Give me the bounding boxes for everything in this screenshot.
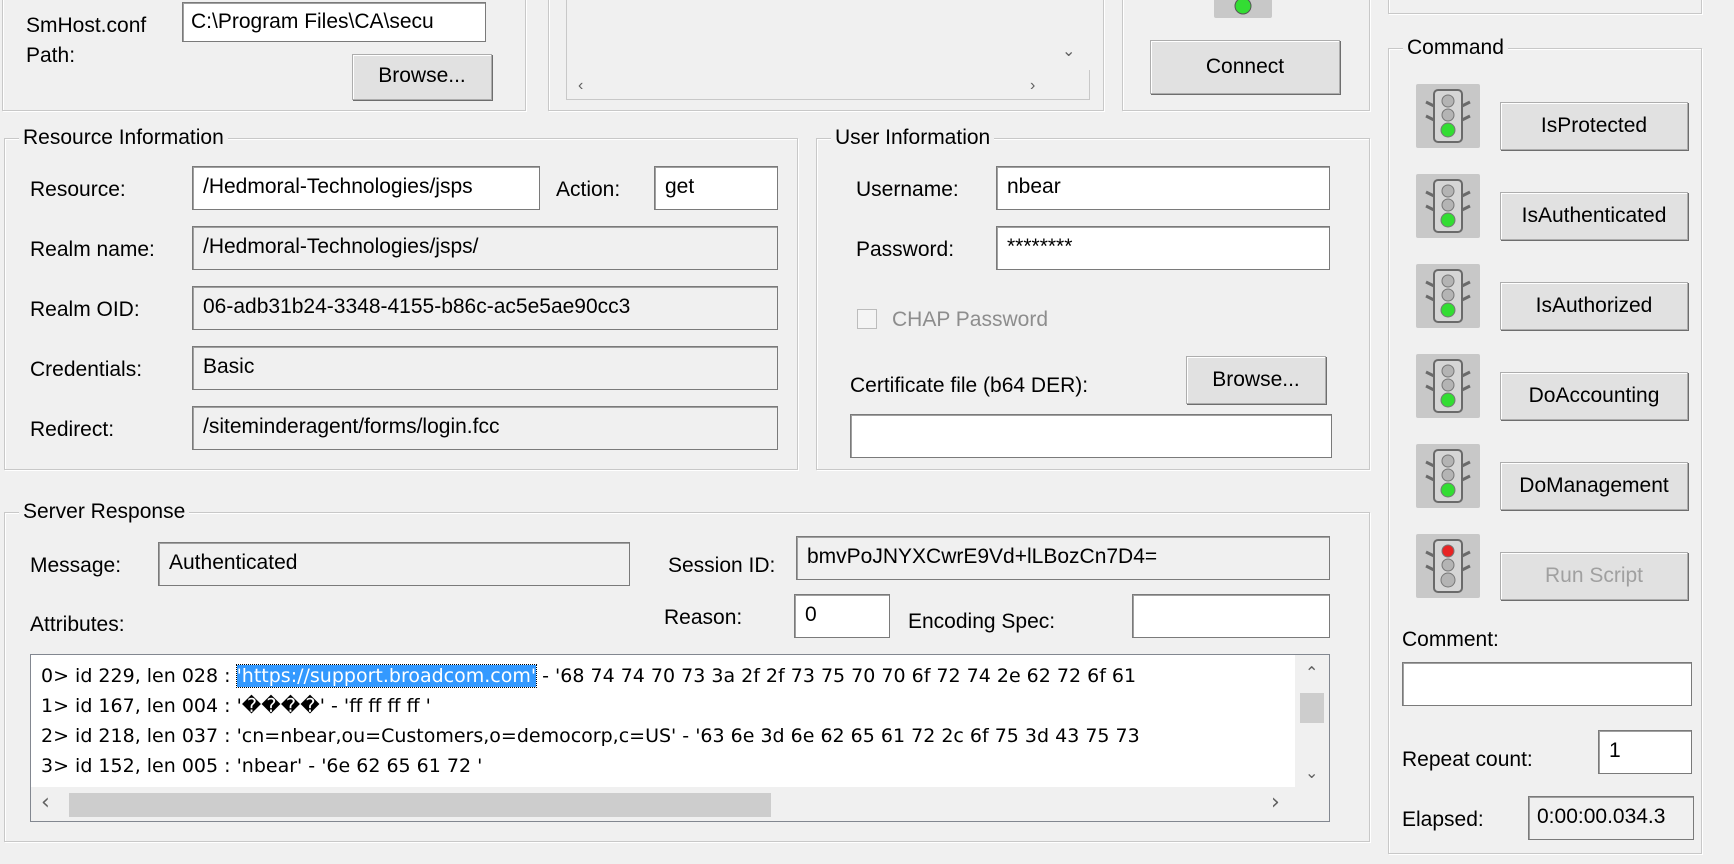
realm-name-field: /Hedmoral-Technologies/jsps/ — [192, 226, 778, 270]
chap-password-label: CHAP Password — [892, 308, 1049, 331]
config-browse-button[interactable]: Browse... — [352, 54, 492, 100]
isauthenticated-button[interactable]: IsAuthenticated — [1500, 192, 1688, 240]
traffic-light-icon — [1416, 534, 1480, 598]
connect-status-light-icon — [1214, 0, 1272, 18]
username-label: Username: — [856, 178, 959, 201]
attribute-row-1[interactable]: 1> id 167, len 004 : '����' - 'ff ff ff … — [41, 693, 431, 719]
isprotected-button[interactable]: IsProtected — [1500, 102, 1688, 150]
traffic-light-icon — [1416, 444, 1480, 508]
redirect-label: Redirect: — [30, 418, 115, 441]
encoding-spec-label: Encoding Spec: — [908, 610, 1056, 633]
comment-input[interactable] — [1402, 662, 1692, 706]
traffic-light-icon — [1416, 84, 1480, 148]
certificate-file-label: Certificate file (b64 DER): — [850, 374, 1089, 397]
elapsed-field: 0:00:00.034.3 — [1528, 796, 1694, 840]
server-listbox[interactable] — [566, 0, 1090, 100]
doaccounting-button[interactable]: DoAccounting — [1500, 372, 1688, 420]
certificate-file-input[interactable] — [850, 414, 1332, 458]
reason-label: Reason: — [664, 606, 743, 629]
encoding-spec-input[interactable] — [1132, 594, 1330, 638]
attributes-vertical-scrollbar[interactable]: ⌃ ⌄ — [1295, 655, 1329, 787]
scroll-right-icon[interactable]: › — [1030, 78, 1035, 94]
scroll-right-icon[interactable]: › — [1271, 792, 1280, 814]
traffic-light-icon — [1416, 354, 1480, 418]
resource-input[interactable]: /Hedmoral-Technologies/jsps — [192, 166, 540, 210]
realm-name-label: Realm name: — [30, 238, 155, 261]
reason-input[interactable]: 0 — [794, 594, 890, 638]
redirect-field: /siteminderagent/forms/login.fcc — [192, 406, 778, 450]
command-title: Command — [1403, 35, 1508, 61]
horizontal-scroll-thumb[interactable] — [69, 793, 771, 817]
action-input[interactable]: get — [654, 166, 778, 210]
attribute-row-3[interactable]: 3> id 152, len 005 : 'nbear' - '6e 62 65… — [41, 753, 482, 779]
user-information-title: User Information — [831, 125, 995, 151]
attribute-row-2[interactable]: 2> id 218, len 037 : 'cn=nbear,ou=Custom… — [41, 723, 1140, 749]
realm-oid-label: Realm OID: — [30, 298, 140, 321]
attributes-listbox[interactable]: 0> id 229, len 028 : 'https://support.br… — [30, 654, 1330, 822]
message-label: Message: — [30, 554, 122, 577]
domanagement-button[interactable]: DoManagement — [1500, 462, 1688, 510]
attribute-0-prefix: 0> id 229, len 028 : — [41, 665, 237, 687]
scroll-up-icon[interactable]: ⌃ — [1305, 665, 1318, 681]
realm-oid-field: 06-adb31b24-3348-4155-b86c-ac5e5ae90cc3 — [192, 286, 778, 330]
session-id-field: bmvPoJNYXCwrE9Vd+lLBozCn7D4= — [796, 536, 1330, 580]
traffic-light-icon — [1416, 264, 1480, 328]
certificate-browse-button[interactable]: Browse... — [1186, 356, 1326, 404]
repeat-count-input[interactable]: 1 — [1598, 730, 1692, 774]
resource-label: Resource: — [30, 178, 126, 201]
username-input[interactable]: nbear — [996, 166, 1330, 210]
elapsed-label: Elapsed: — [1402, 808, 1484, 831]
run-script-button[interactable]: Run Script — [1500, 552, 1688, 600]
vertical-scroll-thumb[interactable] — [1300, 693, 1324, 723]
credentials-field: Basic — [192, 346, 778, 390]
attributes-label: Attributes: — [30, 613, 125, 636]
smhost-label: SmHost.conf — [26, 14, 147, 37]
connect-button[interactable]: Connect — [1150, 40, 1340, 94]
scroll-left-icon[interactable]: ‹ — [578, 78, 583, 94]
session-id-label: Session ID: — [668, 554, 776, 577]
top-right-group — [1388, 0, 1702, 14]
comment-label: Comment: — [1402, 628, 1499, 651]
isauthorized-button[interactable]: IsAuthorized — [1500, 282, 1688, 330]
chap-password-checkbox[interactable] — [857, 309, 877, 329]
scroll-down-icon[interactable]: ⌄ — [1062, 44, 1075, 60]
attributes-horizontal-scrollbar[interactable]: ‹ › — [31, 787, 1329, 821]
attribute-0-selected-text[interactable]: 'https://support.broadcom.com' — [235, 664, 538, 688]
smhost-path-input[interactable]: C:\Program Files\CA\secu — [182, 2, 486, 42]
attribute-row-0[interactable]: 0> id 229, len 028 : 'https://support.br… — [41, 663, 1136, 689]
server-response-title: Server Response — [19, 499, 190, 525]
credentials-label: Credentials: — [30, 358, 143, 381]
action-label: Action: — [556, 178, 621, 201]
attribute-0-suffix: - '68 74 74 70 73 3a 2f 2f 73 75 70 70 6… — [536, 665, 1137, 687]
resource-information-title: Resource Information — [19, 125, 228, 151]
password-label: Password: — [856, 238, 955, 261]
path-label: Path: — [26, 44, 76, 67]
message-field: Authenticated — [158, 542, 630, 586]
password-input[interactable]: ******** — [996, 226, 1330, 270]
traffic-light-icon — [1416, 174, 1480, 238]
scroll-down-icon[interactable]: ⌄ — [1305, 765, 1318, 781]
scroll-left-icon[interactable]: ‹ — [41, 792, 50, 814]
repeat-count-label: Repeat count: — [1402, 748, 1533, 771]
